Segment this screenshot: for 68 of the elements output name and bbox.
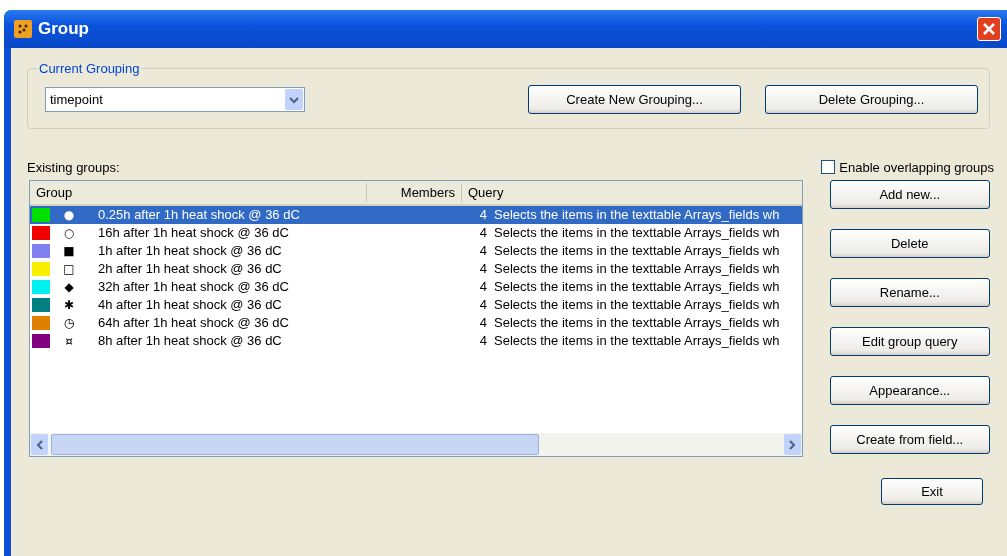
exit-button[interactable]: Exit (881, 478, 983, 505)
query-text: Selects the items in the texttable Arrays_fields wh (494, 332, 780, 350)
delete-grouping-button[interactable]: Delete Grouping... (765, 85, 978, 114)
grouping-dropdown[interactable]: timepoint (45, 87, 305, 112)
query-text: Selects the items in the texttable Arrays_fields wh (494, 242, 780, 260)
dropdown-value: timepoint (50, 90, 103, 109)
checkbox-label[interactable]: Enable overlapping groups (839, 157, 994, 177)
group-name: 2h after 1h heat shock @ 36 dC (98, 260, 283, 278)
create-grouping-button[interactable]: Create New Grouping... (528, 85, 741, 114)
query-text: Selects the items in the texttable Arrays_fields wh (494, 296, 780, 314)
marker-symbol: ¤ (64, 333, 74, 350)
query-text: Selects the items in the texttable Arrays_fields wh (494, 206, 780, 224)
group-column-header[interactable]: Group (30, 183, 367, 202)
marker-symbol: ○ (62, 225, 76, 242)
list-row[interactable]: ✱ 4h after 1h heat shock @ 36 dC 4 Selects the items in the texttable Arrays_fields wh (30, 296, 802, 314)
group-name: 16h after 1h heat shock @ 36 dC (98, 224, 290, 242)
chevron-right-icon (788, 439, 796, 450)
list-row[interactable]: ¤ 8h after 1h heat shock @ 36 dC 4 Selects the items in the texttable Arrays_fields wh (30, 332, 802, 350)
group-name: 0.25h after 1h heat shock @ 36 dC (98, 206, 301, 224)
close-icon (982, 22, 996, 36)
member-count: 4 (478, 206, 488, 224)
scroll-right-button[interactable] (783, 434, 801, 455)
group-box-label: Current Grouping (38, 62, 141, 75)
scrollbar-thumb[interactable] (51, 434, 539, 455)
member-count: 4 (478, 332, 488, 350)
query-text: Selects the items in the texttable Arrays_fields wh (494, 314, 780, 332)
appearance-button[interactable]: Appearance... (829, 376, 990, 405)
query-text: Selects the items in the texttable Arrays_fields wh (494, 278, 780, 296)
marker-symbol: ◆ (63, 279, 75, 296)
edit-query-button[interactable]: Edit group query (829, 327, 990, 356)
marker-symbol: ◷ (62, 315, 76, 332)
member-count: 4 (478, 314, 488, 332)
window-title: Group (38, 18, 89, 41)
delete-button[interactable]: Delete (829, 229, 990, 258)
group-name: 8h after 1h heat shock @ 36 dC (98, 332, 283, 350)
group-name: 64h after 1h heat shock @ 36 dC (98, 314, 290, 332)
list-row[interactable]: ■ 1h after 1h heat shock @ 36 dC 4 Selects the items in the texttable Arrays_fields wh (30, 242, 802, 260)
group-name: 32h after 1h heat shock @ 36 dC (98, 278, 290, 296)
list-row[interactable]: ◷ 64h after 1h heat shock @ 36 dC 4 Selects the items in the texttable Arrays_fields wh (30, 314, 802, 332)
existing-groups-label: Existing groups: (27, 158, 120, 177)
list-row[interactable]: □ 2h after 1h heat shock @ 36 dC 4 Selects the items in the texttable Arrays_fields wh (30, 260, 802, 278)
overlap-checkbox[interactable] (821, 160, 836, 175)
marker-symbol: □ (62, 261, 76, 278)
chevron-down-icon (289, 95, 299, 104)
group-name: 4h after 1h heat shock @ 36 dC (98, 296, 283, 314)
group-name: 1h after 1h heat shock @ 36 dC (98, 242, 283, 260)
list-row[interactable]: ○ 16h after 1h heat shock @ 36 dC 4 Selects the items in the texttable Arrays_fields wh (30, 224, 802, 242)
close-button[interactable] (977, 17, 1001, 41)
members-column-header[interactable]: Members (367, 183, 462, 202)
member-count: 4 (478, 224, 488, 242)
marker-symbol: ● (62, 207, 76, 224)
member-count: 4 (478, 260, 488, 278)
list-row[interactable]: ◆ 32h after 1h heat shock @ 36 dC 4 Selects the items in the texttable Arrays_fields wh (30, 278, 802, 296)
chevron-left-icon (35, 439, 44, 450)
scroll-left-button[interactable] (31, 434, 48, 455)
rename-button[interactable]: Rename... (829, 278, 990, 307)
query-column-header[interactable]: Query (462, 183, 802, 202)
member-count: 4 (478, 296, 488, 314)
query-text: Selects the items in the texttable Arrays_fields wh (494, 260, 780, 278)
add-new-button[interactable]: Add new... (829, 180, 990, 209)
marker-symbol: ■ (62, 243, 76, 260)
create-from-field-button[interactable]: Create from field... (829, 425, 990, 454)
query-text: Selects the items in the texttable Arrays_fields wh (494, 224, 780, 242)
list-row[interactable]: ● 0.25h after 1h heat shock @ 36 dC 4 Selects the items in the texttable Arrays_fields wh (30, 206, 802, 224)
member-count: 4 (478, 242, 488, 260)
member-count: 4 (478, 278, 488, 296)
app-icon (14, 20, 32, 38)
marker-symbol: ✱ (62, 297, 76, 314)
